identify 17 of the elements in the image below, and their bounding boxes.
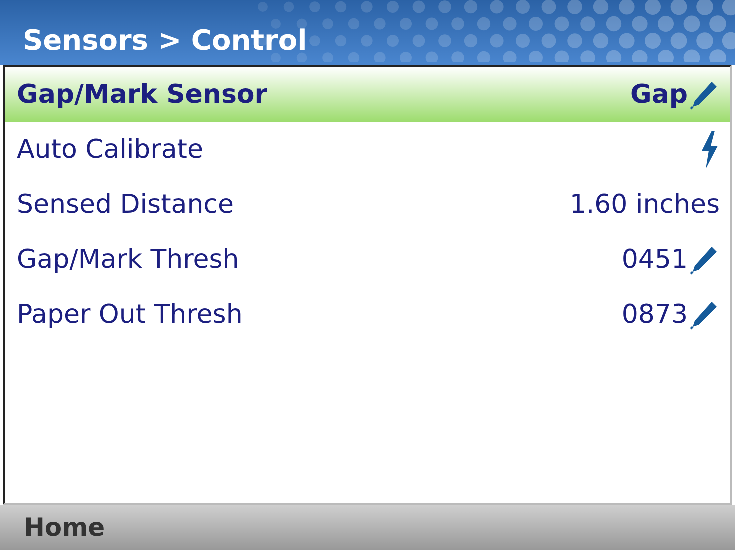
row-value: 0873 — [622, 300, 688, 330]
row-value: 0451 — [622, 244, 688, 274]
lightning-icon — [700, 130, 720, 168]
row-label: Gap/Mark Sensor — [17, 80, 268, 110]
row-label: Paper Out Thresh — [17, 300, 243, 330]
row-label: Auto Calibrate — [17, 134, 204, 164]
menu-row[interactable]: Paper Out Thresh 0873 — [5, 287, 730, 342]
menu-row[interactable]: Auto Calibrate — [5, 122, 730, 177]
screen-title: Sensors > Control — [22, 24, 308, 59]
menu-row[interactable]: Gap/Mark Sensor Gap — [5, 67, 730, 122]
menu-row[interactable]: Sensed Distance 1.60 inches — [5, 177, 730, 232]
row-label: Sensed Distance — [17, 190, 234, 220]
menu-row[interactable]: Gap/Mark Thresh 0451 — [5, 232, 730, 287]
row-value: Gap — [630, 80, 688, 110]
row-value: 1.60 inches — [570, 190, 720, 220]
row-label: Gap/Mark Thresh — [17, 244, 240, 274]
home-button[interactable]: Home — [0, 513, 106, 542]
